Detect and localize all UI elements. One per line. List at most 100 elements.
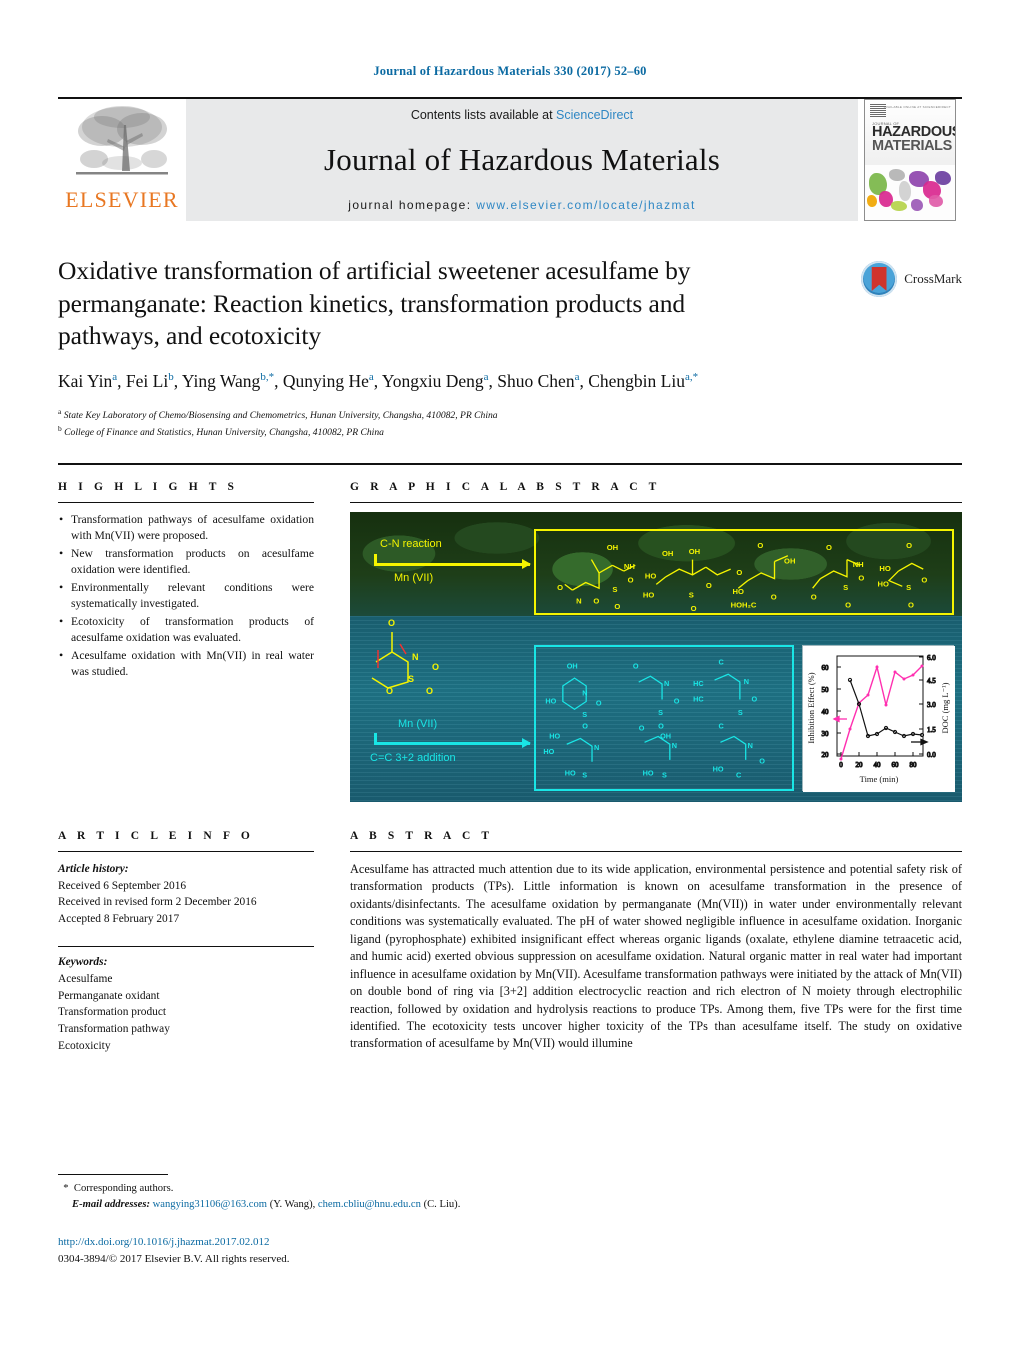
affiliation-mark: b xyxy=(58,424,62,434)
list-item: New transformation products on acesulfam… xyxy=(58,545,314,579)
svg-text:O: O xyxy=(674,696,680,705)
author-name: Shuo Chen xyxy=(497,370,575,391)
contents-prefix: Contents lists available at xyxy=(410,108,557,122)
chart-y2label: DOC (mg L⁻¹) xyxy=(940,682,950,733)
cover-world-map-graphic xyxy=(865,164,955,220)
elsevier-logo: ELSEVIER xyxy=(58,99,186,221)
author-marks: a xyxy=(368,371,374,384)
email-link-1[interactable]: wangying31106@163.com xyxy=(153,1199,267,1210)
email-link-2[interactable]: chem.cbliu@hnu.edu.cn xyxy=(318,1199,421,1210)
journal-masthead: ELSEVIER Contents lists available at Sci… xyxy=(58,97,962,221)
highlights-heading: H I G H L I G H T S xyxy=(58,480,239,493)
svg-text:O: O xyxy=(388,618,395,628)
cc-reagent-label: Mn (VII) xyxy=(398,717,438,730)
svg-text:N: N xyxy=(576,596,582,605)
graphical-abstract-figure: OH NH O N O S O O OH OH HO HO S O O O OH… xyxy=(350,511,962,802)
svg-text:O: O xyxy=(432,662,439,672)
author-item: Yongxiu Denga xyxy=(382,371,489,391)
keyword-item: Transformation product xyxy=(58,1006,167,1019)
svg-text:HO: HO xyxy=(543,747,554,756)
svg-text:OH: OH xyxy=(662,549,673,558)
acesulfame-parent-structure: O N O S O O xyxy=(371,618,439,696)
svg-text:OH: OH xyxy=(607,543,618,552)
email-owner-1: (Y. Wang), xyxy=(269,1198,316,1210)
svg-text:S: S xyxy=(738,708,743,717)
crossmark-badge[interactable]: CrossMark xyxy=(861,261,962,297)
affiliation-mark: a xyxy=(58,406,62,416)
info-abstract-row: A R T I C L E I N F O Article history: R… xyxy=(58,830,962,1065)
svg-text:HO: HO xyxy=(713,764,724,773)
author-name: Fei Li xyxy=(125,370,169,391)
keywords-block: Keywords: Acesulfame Permanganate oxidan… xyxy=(58,954,314,1054)
svg-text:C: C xyxy=(718,657,724,666)
svg-text:HO: HO xyxy=(549,731,560,740)
journal-cover-cell: AVAILABLE ONLINE AT SCIENCEDIRECT JOURNA… xyxy=(858,99,962,221)
keyword-item: Transformation pathway xyxy=(58,1023,170,1035)
svg-text:O: O xyxy=(426,686,433,696)
history-item: Received 6 September 2016 xyxy=(58,879,187,892)
author-marks: a xyxy=(112,371,118,384)
highlights-graphical-row: H I G H L I G H T S Transformation pathw… xyxy=(58,481,962,802)
list-item: Ecotoxicity of transformation products o… xyxy=(58,613,314,647)
svg-text:4.5: 4.5 xyxy=(927,677,936,685)
author-item: Kai Yina xyxy=(58,371,117,391)
svg-text:O: O xyxy=(614,602,620,611)
history-item: Accepted 8 February 2017 xyxy=(58,912,180,925)
svg-text:30: 30 xyxy=(822,730,830,738)
keyword-item: Permanganate oxidant xyxy=(58,989,160,1002)
svg-text:O: O xyxy=(582,722,588,731)
svg-text:N: N xyxy=(744,677,749,686)
highlights-list: Transformation pathways of acesulfame ox… xyxy=(58,511,314,681)
history-item: Received in revised form 2 December 2016 xyxy=(58,896,257,909)
author-name: Kai Yin xyxy=(58,370,113,391)
svg-text:S: S xyxy=(906,583,911,592)
list-item: Transformation pathways of acesulfame ox… xyxy=(58,511,314,545)
homepage-url-link[interactable]: www.elsevier.com/locate/jhazmat xyxy=(476,198,695,212)
svg-text:O: O xyxy=(596,698,602,707)
svg-text:O: O xyxy=(811,593,817,602)
svg-text:O: O xyxy=(639,724,645,733)
svg-text:O: O xyxy=(906,541,912,550)
highlights-column: H I G H L I G H T S Transformation pathw… xyxy=(58,481,314,802)
article-history-label: Article history: xyxy=(58,862,129,875)
graphical-abstract-column: G R A P H I C A L A B S T R A C T OH NH … xyxy=(350,481,962,802)
email-label: E-mail addresses: xyxy=(72,1198,150,1210)
elsevier-tree-icon xyxy=(76,106,168,175)
article-info-column: A R T I C L E I N F O Article history: R… xyxy=(58,830,314,1065)
svg-text:O: O xyxy=(908,600,914,609)
svg-text:O: O xyxy=(752,694,758,703)
svg-text:N: N xyxy=(412,652,419,662)
svg-text:6.0: 6.0 xyxy=(927,654,936,662)
journal-homepage-line: journal homepage: www.elsevier.com/locat… xyxy=(186,198,858,212)
svg-text:3.0: 3.0 xyxy=(927,701,936,709)
list-item: Acesulfame oxidation with Mn(VII) in rea… xyxy=(58,647,314,681)
keyword-item: Acesulfame xyxy=(58,973,113,986)
abstract-column: A B S T R A C T Acesulfame has attracted… xyxy=(350,830,962,1065)
svg-text:HC: HC xyxy=(693,679,704,688)
svg-text:N: N xyxy=(582,689,587,698)
author-name: Yongxiu Deng xyxy=(381,370,484,391)
svg-text:O: O xyxy=(921,575,927,584)
doi-link[interactable]: http://dx.doi.org/10.1016/j.jhazmat.2017… xyxy=(58,1234,678,1251)
homepage-prefix: journal homepage: xyxy=(348,198,477,212)
svg-text:20: 20 xyxy=(856,761,864,769)
chart-ylabel: Inhibition Effect (%) xyxy=(806,672,816,743)
sciencedirect-link[interactable]: ScienceDirect xyxy=(556,108,633,122)
svg-text:S: S xyxy=(582,710,587,719)
cc-addition-label: C=C 3+2 addition xyxy=(370,751,456,764)
graphical-abstract-heading: G R A P H I C A L A B S T R A C T xyxy=(350,480,661,493)
svg-text:O: O xyxy=(706,581,712,590)
svg-text:S: S xyxy=(689,591,694,600)
cn-reaction-label: C-N reaction xyxy=(380,537,442,550)
journal-cover-thumbnail: AVAILABLE ONLINE AT SCIENCEDIRECT JOURNA… xyxy=(864,99,956,221)
svg-text:O: O xyxy=(386,686,393,696)
author-name: Chengbin Liu xyxy=(588,370,685,391)
cn-products-structures: OH NH O N O S O O OH OH HO HO S O O O OH… xyxy=(557,541,927,613)
svg-text:HO: HO xyxy=(643,768,654,777)
svg-text:O: O xyxy=(845,600,851,609)
inhibition-doc-chart-panel: 20 30 40 50 60 0.0 1.5 3.0 4.5 6.0 0 20 … xyxy=(802,644,955,792)
svg-text:OH: OH xyxy=(567,661,578,670)
author-item: Fei Lib xyxy=(126,371,174,391)
svg-text:O: O xyxy=(593,596,599,605)
cover-title-line2: MATERIALS xyxy=(872,137,952,154)
